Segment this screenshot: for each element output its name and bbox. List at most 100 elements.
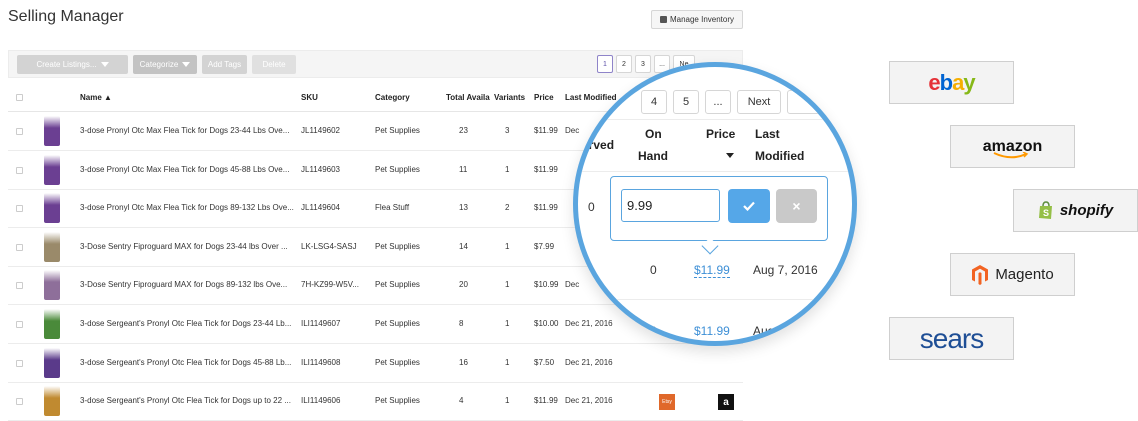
manage-inventory-button[interactable]: Manage Inventory <box>651 10 743 29</box>
variants-cell: 3 <box>505 126 510 135</box>
col-name[interactable]: Name ▲ <box>80 93 112 102</box>
row-checkbox[interactable] <box>16 243 23 251</box>
page-5-button[interactable]: 5 <box>673 90 699 114</box>
col-last-bottom: Modified <box>755 149 805 163</box>
row-checkbox[interactable] <box>16 205 23 213</box>
sku-cell: ILI1149608 <box>301 357 341 367</box>
price-link[interactable]: $11.99 <box>694 324 730 338</box>
categorize-button[interactable]: Categorize <box>133 55 197 74</box>
divider <box>578 299 852 300</box>
product-name[interactable]: 3-dose Pronyl Otc Max Flea Tick for Dogs… <box>80 165 289 174</box>
product-name[interactable]: 3-dose Sergeant's Pronyl Otc Flea Tick f… <box>80 358 291 367</box>
last-modified-cell: Dec <box>565 126 580 135</box>
ebay-letter: b <box>939 69 953 95</box>
total-available-cell: 8 <box>459 319 464 328</box>
total-available-cell: 23 <box>459 126 468 135</box>
next-page-button[interactable]: Next <box>737 90 781 114</box>
category-cell: Pet Supplies <box>375 396 420 406</box>
on-hand-value: 0 <box>650 263 657 277</box>
magento-wordmark: Magento <box>995 266 1054 283</box>
product-name[interactable]: 3-dose Sergeant's Pronyl Otc Flea Tick f… <box>80 319 291 328</box>
row-checkbox[interactable] <box>16 128 23 135</box>
variants-cell: 2 <box>505 203 510 213</box>
ebay-logo[interactable]: ebay <box>889 61 1014 104</box>
product-thumbnail[interactable] <box>44 154 60 185</box>
price-cell: $11.99 <box>534 396 558 406</box>
page-4-button[interactable]: 4 <box>641 90 667 114</box>
variants-cell: 1 <box>505 319 510 328</box>
total-available-cell: 20 <box>459 280 468 290</box>
box-icon <box>659 16 667 23</box>
col-last-modified[interactable]: Last Modified <box>565 93 617 102</box>
row-checkbox[interactable] <box>16 359 23 367</box>
page-1-button[interactable]: 1 <box>597 55 613 73</box>
sort-down-icon[interactable] <box>726 147 734 161</box>
product-name[interactable]: 3-dose Sergeant's Pronyl Otc Flea Tick f… <box>80 396 291 405</box>
col-total-available[interactable]: Total Availa <box>446 93 490 102</box>
shopify-logo[interactable]: S shopify <box>1013 189 1138 232</box>
product-name[interactable]: 3-dose Pronyl Otc Max Flea Tick for Dogs… <box>80 203 294 212</box>
category-cell: Pet Supplies <box>375 126 420 135</box>
product-name[interactable]: 3-dose Pronyl Otc Max Flea Tick for Dogs… <box>80 126 289 135</box>
page-3-button[interactable]: 3 <box>635 55 651 73</box>
sku-cell: JL1149602 <box>301 126 340 135</box>
product-thumbnail[interactable] <box>44 347 60 378</box>
col-on-hand-bottom: Hand <box>638 149 668 163</box>
col-on-hand-top: On <box>645 127 662 141</box>
price-cell: $7.99 <box>534 241 555 251</box>
table-row[interactable]: 3-dose Sergeant's Pronyl Otc Flea Tick f… <box>8 344 743 383</box>
product-name[interactable]: 3-Dose Sentry Fiproguard MAX for Dogs 23… <box>80 242 288 251</box>
col-price[interactable]: Price <box>534 93 554 102</box>
category-cell: Pet Supplies <box>375 357 420 367</box>
product-thumbnail[interactable] <box>44 116 60 146</box>
amazon-icon[interactable]: a <box>718 394 734 410</box>
col-price-header[interactable]: Price <box>706 127 735 141</box>
product-thumbnail[interactable] <box>44 193 60 224</box>
product-thumbnail[interactable] <box>44 270 60 301</box>
product-name[interactable]: 3-Dose Sentry Fiproguard MAX for Dogs 89… <box>80 280 287 289</box>
sku-cell: ILI1149606 <box>301 396 341 406</box>
variants-cell: 1 <box>505 396 510 406</box>
etsy-icon[interactable]: Etsy <box>659 394 675 410</box>
sears-logo[interactable]: sears <box>889 317 1014 360</box>
magento-logo[interactable]: Magento <box>950 253 1075 296</box>
row-checkbox[interactable] <box>16 321 23 328</box>
sku-cell: 7H-KZ99-W5V... <box>301 280 359 290</box>
product-thumbnail[interactable] <box>44 309 60 339</box>
price-input[interactable] <box>621 189 720 222</box>
create-listings-button[interactable]: Create Listings... <box>17 55 128 74</box>
last-modified-cell: Dec 21, 2016 <box>565 357 613 367</box>
cancel-button[interactable]: × <box>776 189 817 223</box>
last-modified-value: Aug 7, 2016 <box>753 263 818 277</box>
total-available-cell: 13 <box>459 203 468 213</box>
total-available-cell: 14 <box>459 241 468 251</box>
amazon-logo[interactable]: amazon <box>950 125 1075 168</box>
add-tags-button[interactable]: Add Tags <box>202 55 247 74</box>
chevron-down-icon <box>100 62 109 67</box>
reserved-value: 0 <box>580 263 587 277</box>
col-category[interactable]: Category <box>375 93 410 102</box>
divider <box>578 171 852 172</box>
row-checkbox[interactable] <box>16 282 23 290</box>
price-cell: $11.99 <box>534 164 558 174</box>
price-link[interactable]: $11.99 <box>694 263 730 278</box>
product-thumbnail[interactable] <box>44 231 60 262</box>
delete-button[interactable]: Delete <box>252 55 296 74</box>
category-cell: Pet Supplies <box>375 319 420 328</box>
product-thumbnail[interactable] <box>44 386 60 417</box>
col-sku[interactable]: SKU <box>301 93 318 102</box>
confirm-button[interactable] <box>728 189 770 223</box>
page-extra-button[interactable] <box>787 90 827 114</box>
table-row[interactable]: 3-dose Sergeant's Pronyl Otc Flea Tick f… <box>8 382 743 421</box>
row-checkbox[interactable] <box>16 166 23 174</box>
select-all-checkbox[interactable] <box>16 94 23 101</box>
price-cell: $11.99 <box>534 203 558 213</box>
total-available-cell: 16 <box>459 357 468 367</box>
row-checkbox[interactable] <box>16 398 23 406</box>
variants-cell: 1 <box>505 280 510 290</box>
chevron-down-icon <box>182 62 191 67</box>
close-icon: × <box>792 198 801 214</box>
page-2-button[interactable]: 2 <box>616 55 632 73</box>
col-variants[interactable]: Variants <box>494 93 525 102</box>
variants-cell: 1 <box>505 164 510 174</box>
